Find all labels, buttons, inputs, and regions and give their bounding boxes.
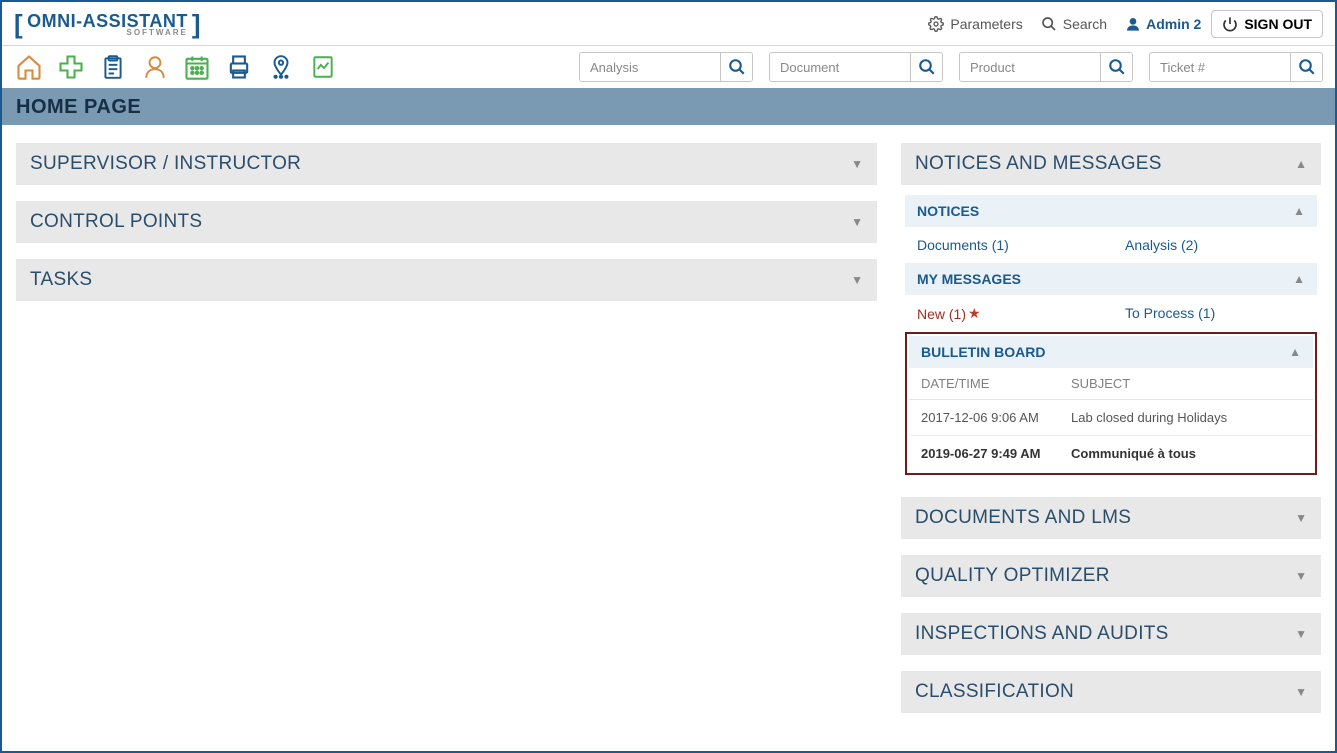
topbar: [ OMNI-ASSISTANT SOFTWARE ] Parameters S… xyxy=(2,2,1335,46)
caret-down-icon: ▼ xyxy=(851,215,863,229)
messages-process-link[interactable]: To Process (1) xyxy=(1125,305,1305,322)
caret-down-icon: ▼ xyxy=(1295,627,1307,641)
document-search xyxy=(769,52,943,82)
tasks-header[interactable]: TASKS ▼ xyxy=(16,259,877,301)
inspections-panel: INSPECTIONS AND AUDITS ▼ xyxy=(901,613,1321,655)
bulletin-row[interactable]: 2019-06-27 9:49 AM Communiqué à tous xyxy=(909,436,1313,471)
documents-lms-header[interactable]: DOCUMENTS AND LMS ▼ xyxy=(901,497,1321,539)
calendar-icon[interactable] xyxy=(182,52,212,82)
my-messages-subheader[interactable]: MY MESSAGES ▲ xyxy=(905,263,1317,295)
search-icon xyxy=(1108,58,1126,76)
analysis-search xyxy=(579,52,753,82)
person-icon[interactable] xyxy=(140,52,170,82)
search-icon xyxy=(918,58,936,76)
parameters-link[interactable]: Parameters xyxy=(928,16,1022,32)
report-icon[interactable] xyxy=(308,52,338,82)
user-icon xyxy=(1125,16,1141,32)
caret-up-icon: ▲ xyxy=(1293,204,1305,218)
notices-documents-link[interactable]: Documents (1) xyxy=(917,237,1009,253)
caret-up-icon: ▲ xyxy=(1295,157,1307,171)
inspections-header[interactable]: INSPECTIONS AND AUDITS ▼ xyxy=(901,613,1321,655)
control-points-header[interactable]: CONTROL POINTS ▼ xyxy=(16,201,877,243)
search-icon xyxy=(728,58,746,76)
classification-panel: CLASSIFICATION ▼ xyxy=(901,671,1321,713)
search-icon xyxy=(1041,16,1057,32)
supervisor-panel: SUPERVISOR / INSTRUCTOR ▼ xyxy=(16,143,877,185)
notices-panel: NOTICES AND MESSAGES ▲ NOTICES ▲ Documen… xyxy=(901,143,1321,481)
caret-down-icon: ▼ xyxy=(1295,511,1307,525)
caret-down-icon: ▼ xyxy=(1295,569,1307,583)
star-icon: ★ xyxy=(968,305,981,322)
printer-icon[interactable] xyxy=(224,52,254,82)
plus-icon[interactable] xyxy=(56,52,86,82)
ticket-search xyxy=(1149,52,1323,82)
document-input[interactable] xyxy=(770,53,910,81)
product-input[interactable] xyxy=(960,53,1100,81)
power-icon xyxy=(1222,16,1238,32)
control-points-panel: CONTROL POINTS ▼ xyxy=(16,201,877,243)
caret-down-icon: ▼ xyxy=(851,273,863,287)
caret-up-icon: ▲ xyxy=(1289,345,1301,359)
bulletin-table-header: DATE/TIME SUBJECT xyxy=(909,368,1313,400)
analysis-search-button[interactable] xyxy=(720,53,752,81)
tasks-panel: TASKS ▼ xyxy=(16,259,877,301)
notices-header[interactable]: NOTICES AND MESSAGES ▲ xyxy=(901,143,1321,185)
location-icon[interactable] xyxy=(266,52,296,82)
caret-down-icon: ▼ xyxy=(1295,685,1307,699)
toolbar xyxy=(2,46,1335,90)
top-search-link[interactable]: Search xyxy=(1041,16,1107,32)
search-icon xyxy=(1298,58,1316,76)
quality-optimizer-header[interactable]: QUALITY OPTIMIZER ▼ xyxy=(901,555,1321,597)
current-user[interactable]: Admin 2 xyxy=(1125,16,1201,32)
sign-out-button[interactable]: SIGN OUT xyxy=(1211,10,1323,38)
bulletin-row[interactable]: 2017-12-06 9:06 AM Lab closed during Hol… xyxy=(909,400,1313,436)
classification-header[interactable]: CLASSIFICATION ▼ xyxy=(901,671,1321,713)
page-title: HOME PAGE xyxy=(2,90,1335,125)
ticket-search-button[interactable] xyxy=(1290,53,1322,81)
ticket-input[interactable] xyxy=(1150,53,1290,81)
document-search-button[interactable] xyxy=(910,53,942,81)
analysis-input[interactable] xyxy=(580,53,720,81)
caret-down-icon: ▼ xyxy=(851,157,863,171)
messages-new-link[interactable]: New (1) ★ xyxy=(917,305,981,322)
notices-analysis-link[interactable]: Analysis (2) xyxy=(1125,237,1305,253)
bulletin-board-subheader[interactable]: BULLETIN BOARD ▲ xyxy=(909,336,1313,368)
notices-subheader[interactable]: NOTICES ▲ xyxy=(905,195,1317,227)
documents-lms-panel: DOCUMENTS AND LMS ▼ xyxy=(901,497,1321,539)
quality-optimizer-panel: QUALITY OPTIMIZER ▼ xyxy=(901,555,1321,597)
product-search xyxy=(959,52,1133,82)
supervisor-header[interactable]: SUPERVISOR / INSTRUCTOR ▼ xyxy=(16,143,877,185)
home-icon[interactable] xyxy=(14,52,44,82)
gear-icon xyxy=(928,16,944,32)
product-search-button[interactable] xyxy=(1100,53,1132,81)
bulletin-board-highlight: BULLETIN BOARD ▲ DATE/TIME SUBJECT 2017-… xyxy=(905,332,1317,475)
clipboard-icon[interactable] xyxy=(98,52,128,82)
app-logo[interactable]: [ OMNI-ASSISTANT SOFTWARE ] xyxy=(14,11,201,37)
caret-up-icon: ▲ xyxy=(1293,272,1305,286)
